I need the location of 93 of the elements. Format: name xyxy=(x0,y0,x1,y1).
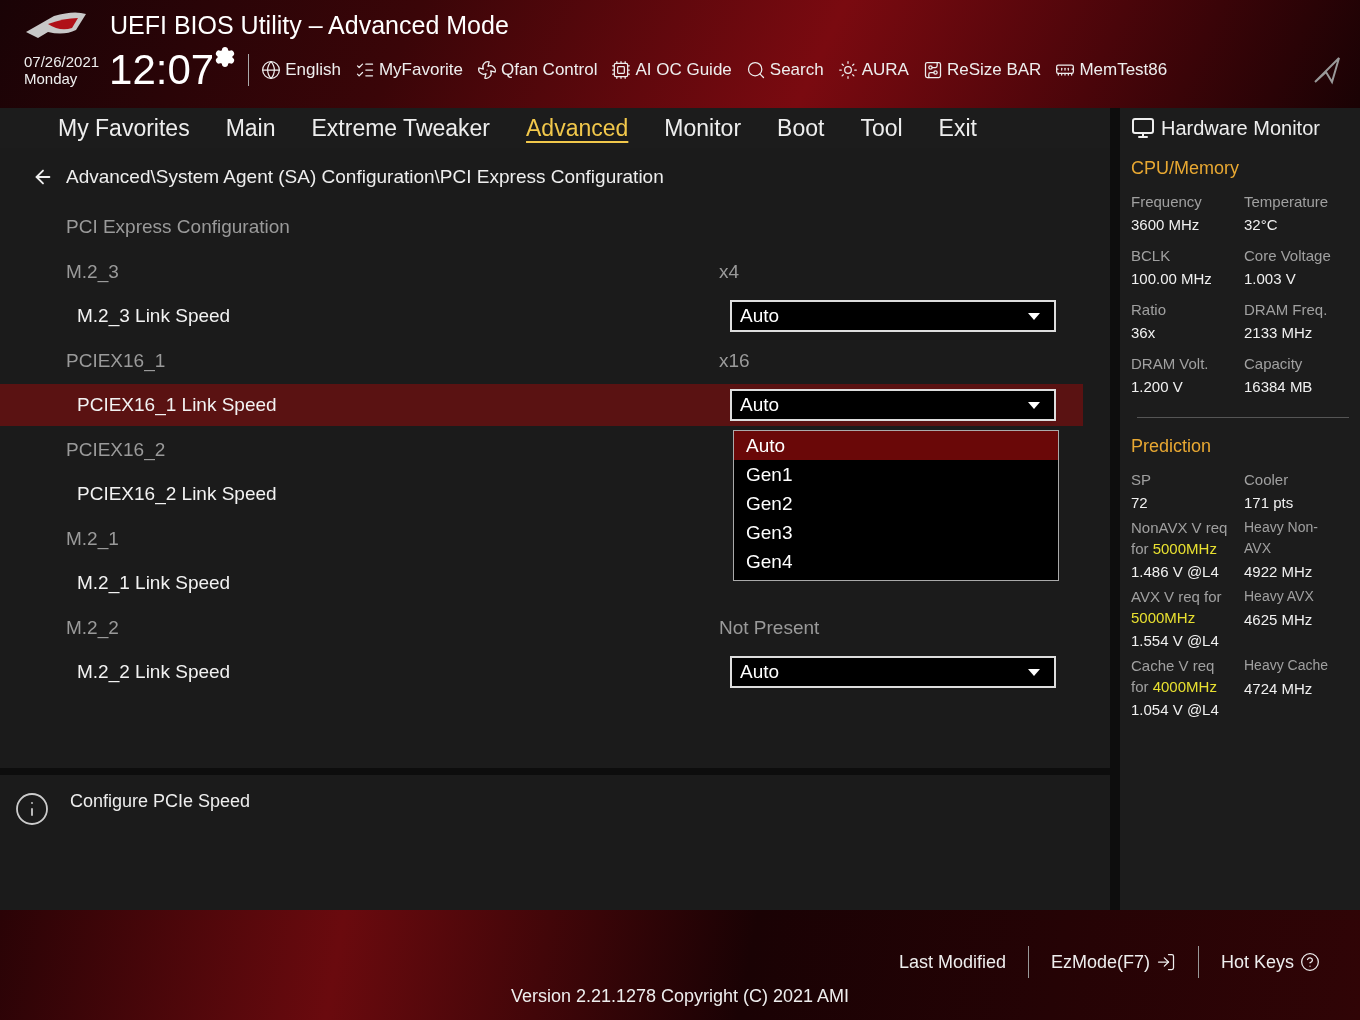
circuit-board-icon xyxy=(922,60,943,80)
window-title: UEFI BIOS Utility – Advanced Mode xyxy=(110,10,509,40)
menu-tab[interactable]: Exit xyxy=(920,114,995,142)
stat-label: Cooler xyxy=(1244,471,1290,488)
stat-label: Heavy Cache xyxy=(1244,656,1330,675)
dropdown-option[interactable]: Auto xyxy=(734,431,1058,460)
caret-icon xyxy=(1028,312,1040,320)
stat-label: Frequency xyxy=(1131,193,1203,210)
stat-value: 4922 MHz xyxy=(1244,563,1314,580)
setting-value: x16 xyxy=(719,349,750,372)
dropdown[interactable]: Auto xyxy=(730,389,1056,421)
stat-label: AVX V req for 5000MHz xyxy=(1131,587,1223,628)
logo-icon xyxy=(24,10,88,40)
menu-tab[interactable]: Extreme Tweaker xyxy=(293,114,509,142)
stat-label: Ratio xyxy=(1131,301,1168,318)
section-title: CPU/Memory xyxy=(1131,158,1240,179)
search-icon xyxy=(745,60,766,80)
version-text: Version 2.21.1278 Copyright (C) 2021 AMI xyxy=(510,986,850,1007)
monitor-icon xyxy=(1131,116,1155,140)
setting-label: M.2_2 xyxy=(66,616,120,639)
stat-value: 1.554 V @L4 xyxy=(1131,632,1220,649)
stat-value: 1.003 V xyxy=(1244,270,1297,287)
stat-label: Cache V req for 4000MHz xyxy=(1131,656,1218,697)
stat-label: Capacity xyxy=(1244,355,1304,372)
setting-label: PCIEX16_2 xyxy=(66,438,167,461)
stat-value: 4724 MHz xyxy=(1244,680,1314,697)
setting-label: M.2_3 Link Speed xyxy=(77,305,232,327)
stat-value: 36x xyxy=(1131,324,1157,341)
dropdown[interactable]: Auto xyxy=(730,656,1056,688)
chip-icon xyxy=(611,60,632,80)
stat-label: Heavy Non-AVX xyxy=(1244,518,1319,558)
stat-label: Core Voltage xyxy=(1244,247,1332,264)
toolbar-button[interactable]: Qfan Control xyxy=(477,60,598,80)
globe-icon xyxy=(261,60,282,80)
stat-label: Temperature xyxy=(1244,193,1330,210)
stat-value: 4625 MHz xyxy=(1244,611,1314,628)
footer-button[interactable]: EzMode(F7) xyxy=(1028,951,1198,973)
stat-value: 1.054 V @L4 xyxy=(1131,701,1220,718)
menu-tab[interactable]: Tool xyxy=(842,114,921,142)
setting-value: x4 xyxy=(719,260,740,283)
stat-label: DRAM Volt. xyxy=(1131,355,1210,372)
setting-label: PCIEX16_1 xyxy=(66,349,167,372)
stat-value: 3600 MHz xyxy=(1131,216,1201,233)
exit-arrow-icon xyxy=(1155,952,1176,972)
pointer-icon xyxy=(1312,55,1342,85)
stat-value: 16384 MB xyxy=(1244,378,1314,395)
setting-label: M.2_1 xyxy=(66,527,120,550)
setting-value: Not Present xyxy=(719,616,820,639)
stat-label: Heavy AVX xyxy=(1244,587,1315,606)
date: 07/26/2021 xyxy=(24,53,100,70)
clock: 12:07 xyxy=(109,46,215,94)
stat-value: 1.486 V @L4 xyxy=(1131,563,1220,580)
help-icon xyxy=(1300,952,1320,972)
stat-label: DRAM Freq. xyxy=(1244,301,1329,318)
footer-button[interactable]: Hot Keys xyxy=(1198,951,1342,973)
toolbar-button[interactable]: English xyxy=(261,60,341,80)
footer-button[interactable]: Last Modified xyxy=(876,951,1028,973)
section-heading: PCI Express Configuration xyxy=(66,216,291,238)
stat-label: SP xyxy=(1131,471,1152,488)
toolbar-button[interactable]: Search xyxy=(745,60,824,80)
toolbar-button[interactable]: MyFavorite xyxy=(354,60,464,80)
stat-value: 171 pts xyxy=(1244,494,1295,511)
setting-label: PCIEX16_2 Link Speed xyxy=(77,483,278,505)
setting-label: M.2_2 Link Speed xyxy=(77,661,232,683)
toolbar-button[interactable]: ReSize BAR xyxy=(922,60,1042,80)
stat-value: 100.00 MHz xyxy=(1131,270,1213,287)
toolbar-button[interactable]: AI OC Guide xyxy=(611,60,732,80)
toolbar-button[interactable]: AURA xyxy=(837,60,909,80)
section-title: Prediction xyxy=(1131,436,1213,457)
stat-value: 72 xyxy=(1131,494,1149,511)
panel-title: Hardware Monitor xyxy=(1161,116,1320,140)
stat-label: NonAVX V req for 5000MHz xyxy=(1131,518,1229,559)
info-icon xyxy=(14,791,50,827)
setting-label: PCIEX16_1 Link Speed xyxy=(77,394,278,416)
sun-icon xyxy=(837,60,858,80)
menu-tab[interactable]: Monitor xyxy=(646,114,760,142)
stat-label: BCLK xyxy=(1131,247,1172,264)
caret-icon xyxy=(1028,668,1040,676)
weekday: Monday xyxy=(24,70,79,87)
menu-tab[interactable]: Boot xyxy=(759,114,843,142)
breadcrumb: Advanced\System Agent (SA) Configuration\PCI Express Configuration xyxy=(66,166,664,188)
fan-icon xyxy=(477,60,498,80)
menu-tab[interactable]: Main xyxy=(207,114,294,142)
setting-label: M.2_3 xyxy=(66,260,120,283)
menu-tab[interactable]: Advanced xyxy=(508,114,647,142)
caret-icon xyxy=(1028,401,1040,409)
stat-value: 2133 MHz xyxy=(1244,324,1314,341)
help-text: Configure PCIe Speed xyxy=(70,791,251,813)
toolbar-button[interactable]: MemTest86 xyxy=(1055,60,1168,80)
stat-value: 32°C xyxy=(1244,216,1279,233)
dropdown[interactable]: Auto xyxy=(730,300,1056,332)
menu-tab[interactable]: My Favorites xyxy=(40,114,208,142)
stat-value: 1.200 V xyxy=(1131,378,1184,395)
